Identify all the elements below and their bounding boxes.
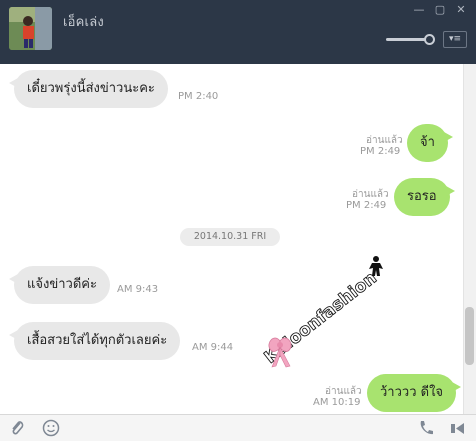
- message-bubble-outgoing[interactable]: จ้า: [407, 124, 453, 162]
- chat-header: เอ็คเล่ง — ▢ ✕ ▾≡: [0, 0, 476, 64]
- message-time: AM 10:19: [313, 397, 361, 408]
- message-time: AM 9:44: [192, 342, 234, 353]
- message-bubble-incoming[interactable]: เดี๋ยวพรุ่งนี้ส่งข่าวนะคะ: [9, 70, 168, 108]
- menu-button[interactable]: ▾≡: [443, 31, 467, 48]
- emoticon-icon[interactable]: [42, 419, 60, 441]
- input-toolbar: [0, 414, 476, 441]
- avatar[interactable]: [9, 7, 52, 50]
- video-call-icon[interactable]: [450, 419, 468, 441]
- message-time: PM 2:49: [346, 200, 387, 211]
- message-time: PM 2:49: [360, 146, 401, 157]
- message-time: AM 9:43: [117, 284, 159, 295]
- message-bubble-incoming[interactable]: แจ้งข่าวดีค่ะ: [9, 266, 110, 304]
- message-bubble-outgoing[interactable]: รอรอ: [394, 178, 455, 216]
- watermark-logo: Kaloonfashion: [250, 244, 400, 394]
- scrollbar-thumb[interactable]: [465, 307, 474, 365]
- maximize-icon[interactable]: ▢: [433, 3, 447, 16]
- slider-handle[interactable]: [424, 34, 435, 45]
- call-icon[interactable]: [418, 419, 434, 441]
- attach-icon[interactable]: [9, 419, 25, 441]
- contact-name: เอ็คเล่ง: [63, 15, 104, 30]
- minimize-icon[interactable]: —: [412, 3, 426, 16]
- message-time: PM 2:40: [178, 91, 219, 102]
- message-bubble-incoming[interactable]: เสื้อสวยใส่ได้ทุกตัวเลยค่ะ: [8, 322, 181, 360]
- close-icon[interactable]: ✕: [454, 3, 468, 16]
